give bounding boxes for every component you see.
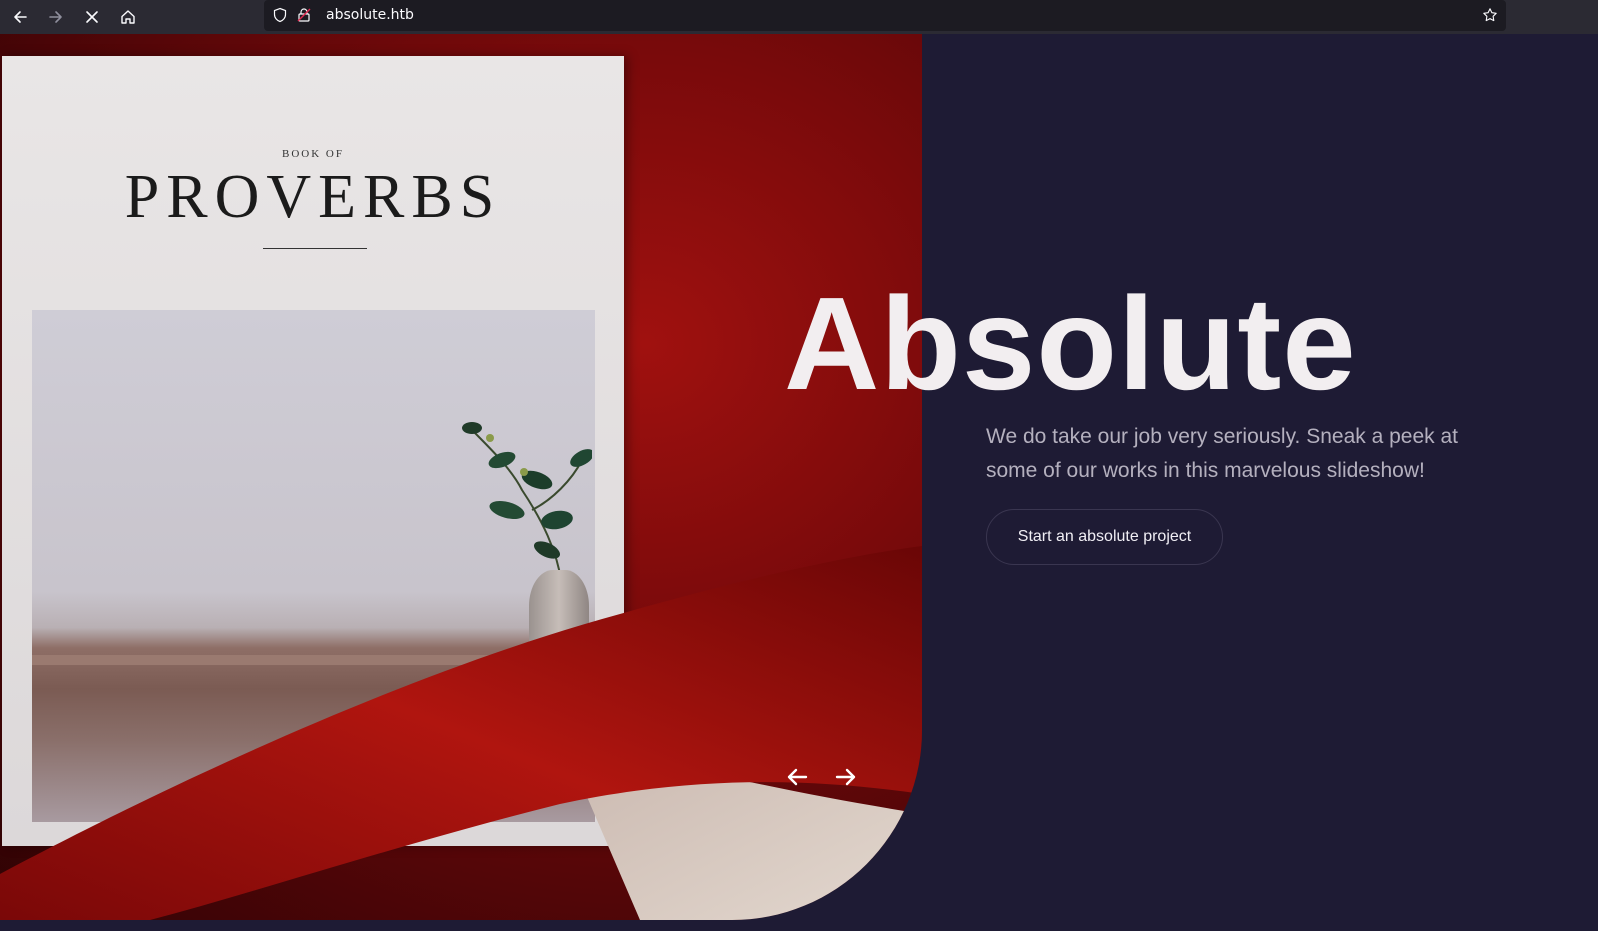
- home-icon: [121, 10, 135, 24]
- stop-button[interactable]: [78, 3, 106, 31]
- forward-button[interactable]: [42, 3, 70, 31]
- bookmark-star-icon[interactable]: [1482, 7, 1498, 23]
- slider-prev-button[interactable]: [780, 760, 814, 794]
- back-button[interactable]: [6, 3, 34, 31]
- hero-title: Absolute: [784, 270, 1357, 417]
- url-text[interactable]: absolute.htb: [326, 7, 414, 23]
- start-project-button[interactable]: Start an absolute project: [986, 509, 1223, 565]
- hero-subtitle: We do take our job very seriously. Sneak…: [986, 425, 1458, 482]
- address-bar[interactable]: absolute.htb: [264, 0, 1506, 31]
- back-arrow-icon: [14, 11, 27, 23]
- shield-icon[interactable]: [272, 7, 288, 23]
- page: BOOK OF PROVERBS Absolute We do take our…: [0, 34, 1598, 931]
- arrow-left-icon: [787, 768, 808, 786]
- browser-toolbar: absolute.htb: [0, 0, 1598, 34]
- forward-arrow-icon: [49, 11, 62, 23]
- insecure-lock-icon[interactable]: [296, 7, 312, 23]
- slider-next-button[interactable]: [829, 760, 863, 794]
- home-button[interactable]: [114, 3, 142, 31]
- stop-icon: [86, 11, 98, 23]
- arrow-right-icon: [835, 768, 856, 786]
